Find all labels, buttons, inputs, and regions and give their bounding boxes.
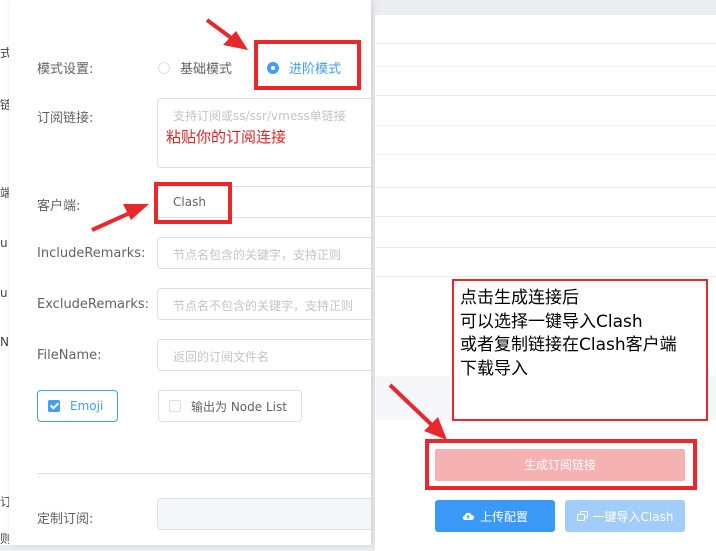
arrow-head-icon (123, 204, 149, 220)
arrow-icon (91, 210, 133, 232)
annotation-arrows (91, 18, 447, 440)
arrow-icon (388, 383, 437, 430)
arrow-icon (205, 18, 236, 42)
